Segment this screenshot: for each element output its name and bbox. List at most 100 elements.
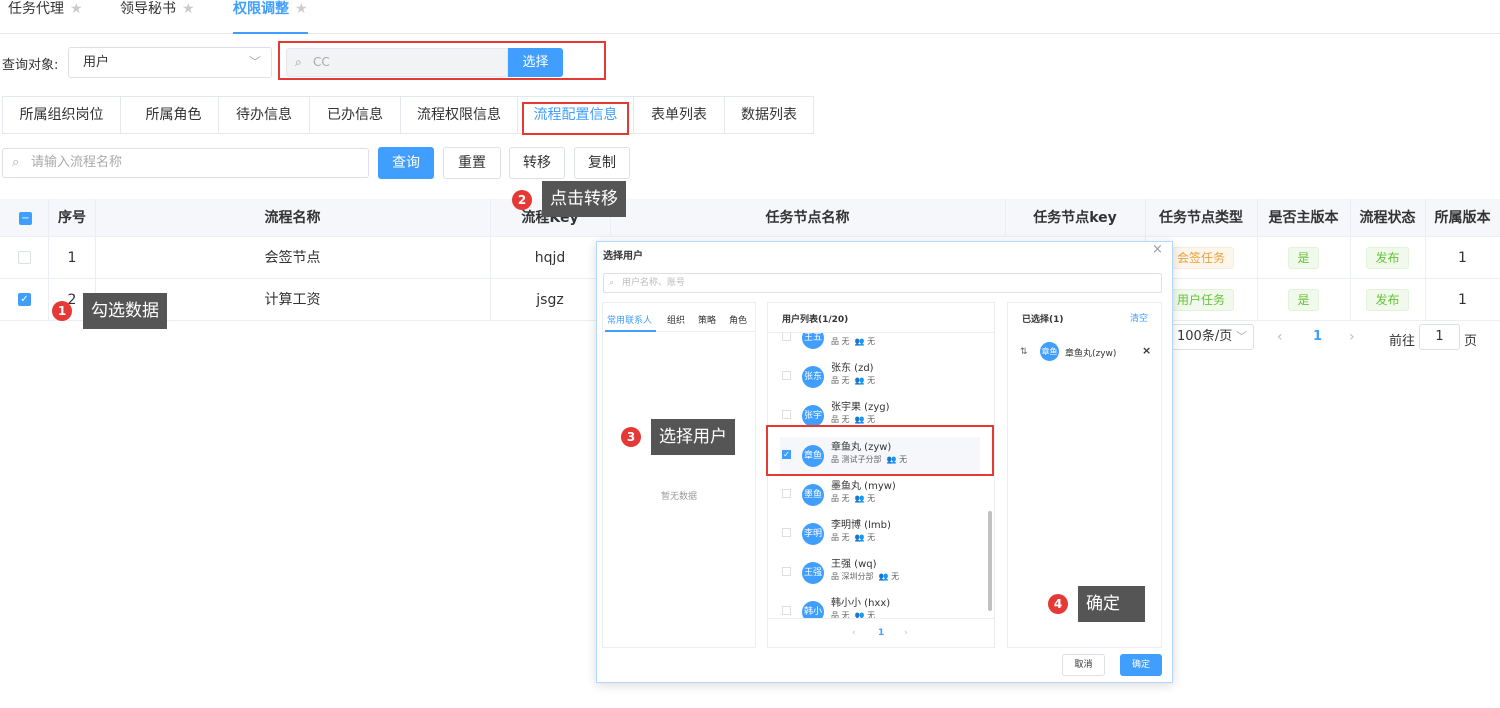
divider <box>768 618 994 619</box>
active-tab-indicator <box>605 330 656 332</box>
users-icon: 👥 <box>854 494 865 503</box>
next-page-icon[interactable]: › <box>904 628 908 638</box>
search-icon: ⌕ <box>12 155 20 170</box>
user-checkbox[interactable] <box>782 371 791 380</box>
user-checkbox[interactable] <box>782 567 791 576</box>
org-icon: 品 <box>831 376 839 385</box>
dialog-search-input[interactable]: ⌕ 用户名称、账号 <box>603 273 1162 293</box>
users-icon: 👥 <box>854 415 865 424</box>
flow-name-input[interactable]: ⌕ 请输入流程名称 <box>2 148 369 178</box>
query-button[interactable]: 查询 <box>378 147 434 179</box>
tab-role[interactable]: 角色 <box>729 313 747 326</box>
select-button[interactable]: 选择 <box>508 48 563 77</box>
user-checkbox[interactable] <box>782 606 791 615</box>
select-all-checkbox[interactable]: − <box>19 212 32 225</box>
col-header: 任务节点类型 <box>1159 210 1243 226</box>
star-icon[interactable]: ★ <box>70 1 83 17</box>
cancel-button[interactable]: 取消 <box>1062 654 1105 676</box>
top-tab-permission-adjust[interactable]: 权限调整 ★ <box>233 0 308 34</box>
user-meta: 品 无 👥 无 <box>831 337 876 346</box>
col-header: 流程状态 <box>1359 210 1416 226</box>
users-icon: 👥 <box>854 337 865 346</box>
top-tab-task-proxy[interactable]: 任务代理 ★ <box>8 0 83 34</box>
avatar: 王五 <box>802 333 824 349</box>
cell-flow-key: jsgz <box>536 292 564 308</box>
user-meta: 品 深圳分部 👥 无 <box>831 572 900 581</box>
user-item[interactable]: 李明 李明博 (lmb) 品 无 👥 无 <box>768 515 994 554</box>
selected-user-name: 章鱼丸(zyw) <box>1065 349 1117 359</box>
avatar: 章鱼 <box>1040 342 1059 361</box>
users-icon: 👥 <box>854 611 865 618</box>
row-checkbox[interactable]: ✓ <box>18 293 31 306</box>
user-meta: 品 无 👥 无 <box>831 376 876 385</box>
tab-org[interactable]: 组织 <box>667 313 685 326</box>
user-checkbox[interactable] <box>782 528 791 537</box>
cell-index: 1 <box>67 250 77 266</box>
page-size-select[interactable]: 100条/页 ﹀ <box>1170 324 1254 350</box>
page-suffix: 页 <box>1464 334 1478 349</box>
query-object-select[interactable]: 用户 ﹀ <box>68 47 272 78</box>
contact-panel: 常用联系人 组织 策略 角色 暂无数据 <box>602 302 756 648</box>
user-item[interactable]: 韩小 韩小小 (hxx) 品 无 👥 无 <box>768 593 994 618</box>
current-page[interactable]: 1 <box>878 628 884 638</box>
step-marker: 2 <box>512 190 532 210</box>
reset-button[interactable]: 重置 <box>443 147 501 179</box>
highlight-box <box>522 102 629 135</box>
star-icon[interactable]: ★ <box>295 1 308 17</box>
user-item[interactable]: 张东 张东 (zd) 品 无 👥 无 <box>768 358 994 397</box>
scrollbar[interactable] <box>988 511 992 611</box>
current-page[interactable]: 1 <box>1313 329 1322 344</box>
cell-status: 发布 <box>1350 279 1425 321</box>
close-icon[interactable]: × <box>1152 242 1163 257</box>
avatar: 李明 <box>802 523 824 545</box>
goto-label: 前往 <box>1389 334 1416 349</box>
top-tab-leader-secretary[interactable]: 领导秘书 ★ <box>120 0 195 34</box>
user-item[interactable]: 王五 品 无 👥 无 <box>768 333 994 358</box>
user-item[interactable]: 王强 王强 (wq) 品 深圳分部 👥 无 <box>768 554 994 593</box>
col-header: 任务节点名称 <box>765 210 850 226</box>
users-icon: 👥 <box>878 572 889 581</box>
avatar: 韩小 <box>802 601 824 618</box>
col-header: 序号 <box>58 210 86 226</box>
clear-button[interactable]: 清空 <box>1130 311 1148 324</box>
copy-button[interactable]: 复制 <box>574 147 630 179</box>
user-checkbox[interactable] <box>782 333 791 341</box>
user-meta: 品 无 👥 无 <box>831 415 876 424</box>
transfer-button[interactable]: 转移 <box>509 147 565 179</box>
user-item[interactable]: 墨鱼 墨鱼丸 (myw) 品 无 👥 无 <box>768 476 994 515</box>
confirm-button[interactable]: 确定 <box>1120 654 1162 676</box>
users-icon: 👥 <box>854 376 865 385</box>
user-search-input[interactable]: ⌕ CC <box>286 48 508 77</box>
user-checkbox[interactable] <box>782 410 791 419</box>
row-checkbox[interactable] <box>18 251 31 264</box>
goto-page-input[interactable]: 1 <box>1419 324 1460 350</box>
cell-version: 1 <box>1458 292 1467 308</box>
tab-flow-permission[interactable]: 流程权限信息 <box>400 96 517 134</box>
tab-form-list[interactable]: 表单列表 <box>633 96 724 134</box>
highlight-box <box>766 425 994 476</box>
remove-icon[interactable]: × <box>1142 344 1151 357</box>
chevron-down-icon: ﹀ <box>1236 330 1247 343</box>
org-icon: 品 <box>831 337 839 346</box>
step-callout: 点击转移 <box>542 181 626 217</box>
tab-data-list[interactable]: 数据列表 <box>724 96 814 134</box>
prev-page-icon[interactable]: ‹ <box>1277 329 1283 345</box>
cell-status: 发布 <box>1350 237 1425 279</box>
next-page-icon[interactable]: › <box>1349 329 1355 345</box>
step-callout: 选择用户 <box>651 419 735 455</box>
sort-icon[interactable]: ⇅ <box>1020 347 1028 357</box>
star-icon[interactable]: ★ <box>182 1 195 17</box>
step-marker: 4 <box>1048 594 1068 614</box>
prev-page-icon[interactable]: ‹ <box>852 628 856 638</box>
dialog-title: 选择用户 <box>603 251 643 262</box>
tab-roles[interactable]: 所属角色 <box>120 96 226 134</box>
user-meta: 品 无 👥 无 <box>831 494 876 503</box>
user-meta: 品 无 👥 无 <box>831 533 876 542</box>
user-checkbox[interactable] <box>782 489 791 498</box>
chevron-down-icon: ﹀ <box>248 55 261 69</box>
tab-strategy[interactable]: 策略 <box>698 313 716 326</box>
tab-done[interactable]: 已办信息 <box>309 96 400 134</box>
tab-todo[interactable]: 待办信息 <box>218 96 309 134</box>
tab-org-position[interactable]: 所属组织岗位 <box>2 96 120 134</box>
tab-frequent-contacts[interactable]: 常用联系人 <box>607 313 652 326</box>
